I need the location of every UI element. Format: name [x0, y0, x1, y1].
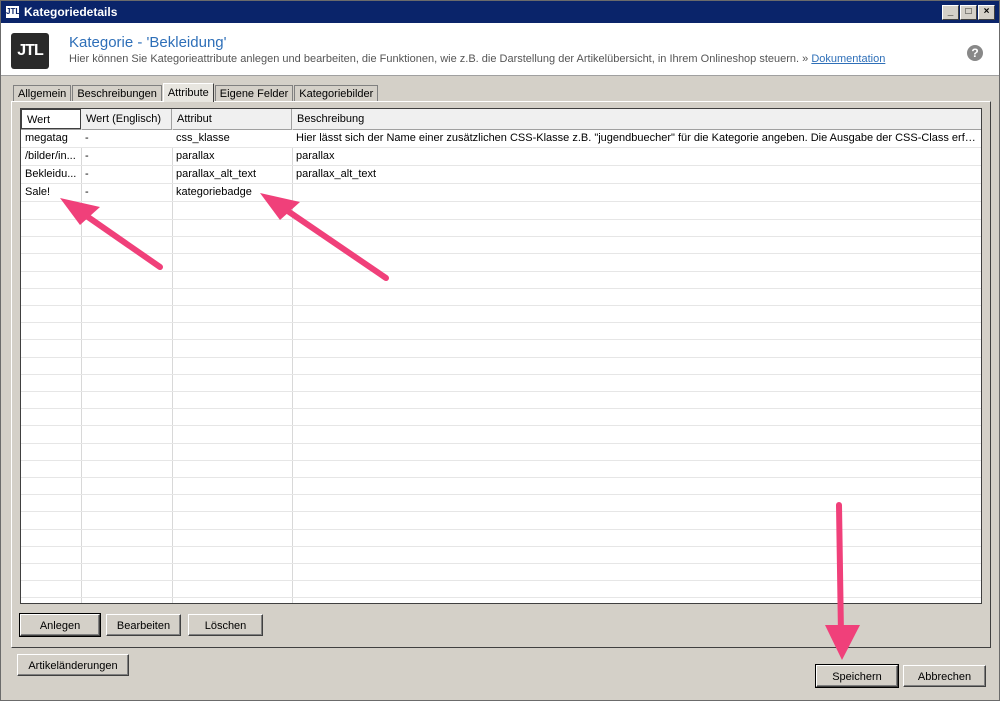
- cell-wert-englisch: -: [85, 186, 89, 198]
- window-title: Kategoriedetails: [24, 5, 118, 19]
- abbrechen-button[interactable]: Abbrechen: [903, 665, 986, 687]
- empty-table-row: [21, 563, 981, 582]
- title-bar[interactable]: JTL Kategoriedetails _ □ ×: [1, 1, 999, 23]
- empty-table-row: [21, 512, 981, 530]
- header-panel: JTL Kategorie - 'Bekleidung' Hier können…: [1, 23, 999, 76]
- empty-table-row: [21, 271, 981, 289]
- empty-table-row: [21, 219, 981, 238]
- maximize-icon[interactable]: □: [960, 5, 977, 20]
- app-logo-icon: JTL: [6, 6, 21, 18]
- cell-wert: megatag: [25, 132, 68, 144]
- tab-kategoriebilder[interactable]: Kategoriebilder: [294, 85, 379, 102]
- help-icon[interactable]: ?: [967, 45, 983, 61]
- cell-wert: Sale!: [25, 186, 51, 198]
- empty-table-row: [21, 374, 981, 392]
- empty-table-row: [21, 443, 981, 461]
- cell-wert-englisch: -: [85, 168, 89, 180]
- empty-table-row: [21, 305, 981, 324]
- jtl-logo: JTL: [11, 33, 49, 69]
- empty-table-row: [21, 477, 981, 496]
- tab-eigene-felder[interactable]: Eigene Felder: [214, 85, 294, 102]
- tab-strip: Allgemein Beschreibungen Attribute Eigen…: [13, 83, 379, 102]
- dialog-window: JTL Kategoriedetails _ □ × JTL Kategorie…: [0, 0, 1000, 701]
- empty-table-row: [21, 322, 981, 341]
- tab-attribute[interactable]: Attribute: [162, 83, 214, 102]
- artikelaenderungen-button[interactable]: Artikeländerungen: [17, 654, 129, 676]
- empty-table-row: [21, 288, 981, 306]
- cell-attribut: parallax: [176, 150, 215, 162]
- tab-allgemein[interactable]: Allgemein: [13, 85, 72, 102]
- cell-wert: Bekleidu...: [25, 168, 77, 180]
- cell-attribut: parallax_alt_text: [176, 168, 257, 180]
- empty-table-row: [21, 494, 981, 513]
- empty-table-row: [21, 460, 981, 478]
- empty-table-row: [21, 529, 981, 547]
- minimize-icon[interactable]: _: [942, 5, 959, 20]
- tab-beschreibungen[interactable]: Beschreibungen: [72, 85, 162, 102]
- empty-table-row: [21, 357, 981, 375]
- column-header-attribut[interactable]: Attribut: [172, 109, 292, 129]
- column-header-beschreibung[interactable]: Beschreibung: [292, 109, 981, 129]
- cell-wert-englisch: -: [85, 150, 89, 162]
- column-header-wert-englisch[interactable]: Wert (Englisch): [81, 109, 172, 129]
- table-row[interactable]: /bilder/in... - parallax parallax: [21, 148, 981, 166]
- cell-beschreibung: parallax_alt_text: [296, 168, 377, 180]
- bearbeiten-button[interactable]: Bearbeiten: [106, 614, 181, 636]
- empty-table-row: [21, 340, 981, 358]
- empty-table-row: [21, 391, 981, 410]
- subtitle-text: Hier können Sie Kategorieattribute anleg…: [69, 53, 809, 65]
- loeschen-button[interactable]: Löschen: [188, 614, 263, 636]
- empty-table-row: [21, 546, 981, 564]
- page-title: Kategorie - 'Bekleidung': [69, 34, 227, 51]
- cell-beschreibung: [292, 184, 981, 201]
- cell-wert: /bilder/in...: [25, 150, 76, 162]
- empty-table-row: [21, 426, 981, 444]
- table-row[interactable]: Bekleidu... - parallax_alt_text parallax…: [21, 166, 981, 184]
- empty-table-row: [21, 202, 981, 220]
- column-header-wert[interactable]: Wert: [21, 109, 81, 129]
- empty-table-row: [21, 254, 981, 272]
- empty-table-row: [21, 408, 981, 427]
- cell-wert-englisch: -: [85, 132, 89, 144]
- page-subtitle: Hier können Sie Kategorieattribute anleg…: [69, 53, 885, 65]
- table-row[interactable]: megatag - css_klasse Hier lässt sich der…: [21, 130, 981, 148]
- anlegen-button[interactable]: Anlegen: [19, 613, 101, 637]
- cell-attribut: css_klasse: [176, 132, 230, 144]
- documentation-link[interactable]: Dokumentation: [811, 53, 885, 65]
- empty-table-row: [21, 236, 981, 255]
- cell-attribut: kategoriebadge: [176, 186, 252, 198]
- cell-beschreibung: Hier lässt sich der Name einer zusätzlic…: [296, 132, 981, 144]
- table-header: Wert Wert (Englisch) Attribut Beschreibu…: [21, 109, 981, 130]
- cell-beschreibung: parallax: [296, 150, 335, 162]
- attribute-panel: Wert Wert (Englisch) Attribut Beschreibu…: [11, 101, 991, 648]
- table-row[interactable]: Sale! - kategoriebadge: [21, 184, 981, 202]
- empty-table-row: [21, 580, 981, 599]
- speichern-button[interactable]: Speichern: [815, 664, 899, 688]
- attribute-table[interactable]: Wert Wert (Englisch) Attribut Beschreibu…: [20, 108, 982, 604]
- close-icon[interactable]: ×: [978, 5, 995, 20]
